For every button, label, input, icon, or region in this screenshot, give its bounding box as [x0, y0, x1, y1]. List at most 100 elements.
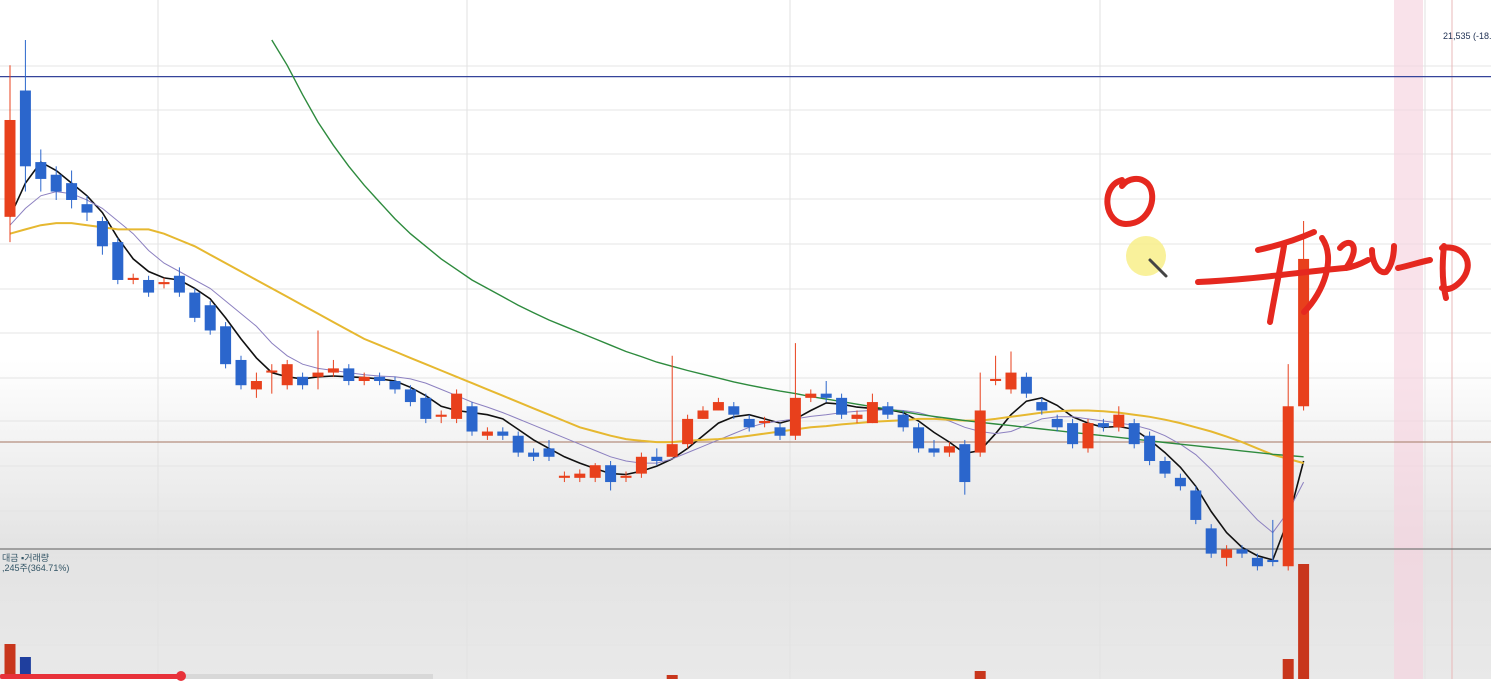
candle — [589, 463, 601, 483]
candle-body — [805, 393, 817, 398]
candle — [1128, 418, 1140, 449]
candle — [143, 275, 155, 297]
candle — [697, 406, 709, 419]
candle-body — [1205, 528, 1217, 554]
candle-body — [943, 446, 955, 453]
candle — [1282, 364, 1294, 571]
candle-body — [605, 465, 617, 483]
candle-body — [743, 418, 755, 428]
candle-body — [297, 376, 309, 386]
candle — [389, 376, 401, 394]
candle-body — [1005, 372, 1017, 390]
candle-body — [574, 473, 586, 478]
candle — [281, 359, 293, 390]
candle-body — [389, 381, 401, 390]
candle — [35, 149, 47, 192]
candle — [204, 301, 216, 335]
candle — [374, 372, 386, 386]
candle-body — [173, 275, 185, 293]
candle-body — [666, 444, 678, 457]
candle — [158, 277, 170, 289]
candle-body — [81, 204, 93, 213]
volume-bar — [1298, 564, 1310, 679]
candle-body — [66, 183, 78, 200]
candle — [127, 273, 139, 285]
candle-body — [143, 279, 155, 293]
candle — [866, 393, 878, 424]
chart-scrollbar[interactable] — [0, 671, 433, 681]
candle-body — [543, 448, 555, 457]
candle-body — [343, 368, 355, 382]
candle-body — [528, 452, 540, 457]
candle — [682, 414, 694, 449]
candle-body — [4, 119, 16, 217]
candle-body — [420, 397, 432, 419]
volume-bars — [4, 564, 1310, 679]
candle-body — [96, 221, 108, 247]
candle-body — [327, 368, 339, 373]
candle — [774, 423, 786, 440]
candle — [451, 389, 463, 424]
candle — [635, 452, 647, 478]
scrollbar-knob[interactable] — [176, 671, 186, 681]
candle — [990, 355, 1002, 386]
candle — [173, 267, 185, 297]
candle — [1174, 473, 1186, 491]
candle-body — [712, 402, 724, 411]
stock-chart[interactable]: 21,535 (-18. 대금 ▪거래량 ,245주(364.71%) — [0, 0, 1491, 681]
candle-body — [435, 414, 447, 417]
candle-body — [589, 465, 601, 478]
candle-body — [1174, 477, 1186, 487]
scrollbar-thumb[interactable] — [0, 674, 183, 679]
candle-body — [836, 397, 848, 415]
candle — [882, 402, 894, 419]
candle-body — [35, 162, 47, 179]
candle-body — [127, 277, 139, 280]
candle-body — [312, 372, 324, 377]
candle-body — [558, 475, 570, 478]
volume-bar — [974, 671, 986, 679]
candle-body — [189, 292, 201, 318]
candle-body — [682, 418, 694, 445]
candle — [897, 410, 909, 432]
candle-body — [1113, 414, 1125, 428]
candle-body — [1020, 376, 1032, 394]
moving-averages — [9, 39, 1305, 561]
candle-body — [1190, 490, 1202, 520]
candle — [297, 372, 309, 390]
candle-body — [235, 359, 247, 386]
candle-body — [1128, 423, 1140, 445]
candle — [312, 330, 324, 390]
candle-body — [451, 393, 463, 419]
chart-canvas[interactable] — [0, 0, 1491, 679]
candle-body — [1159, 461, 1171, 474]
candle-body — [1236, 549, 1248, 554]
candles — [4, 40, 1310, 571]
candle-body — [882, 406, 894, 415]
candle — [836, 393, 848, 419]
current-bar-highlight — [1394, 0, 1423, 679]
candle — [19, 40, 31, 192]
candle — [913, 423, 925, 453]
candle — [558, 471, 570, 483]
volume-bar — [1282, 659, 1294, 679]
candle — [250, 372, 262, 398]
candle-body — [759, 421, 771, 424]
candle-body — [1097, 423, 1109, 428]
candle-body — [112, 242, 124, 280]
candle — [327, 359, 339, 377]
candle — [404, 385, 416, 407]
candle-body — [974, 410, 986, 453]
candle — [1067, 418, 1079, 449]
candle-body — [204, 305, 216, 331]
candle-body — [697, 410, 709, 419]
candle-body — [19, 90, 31, 167]
candle — [1205, 524, 1217, 558]
candle — [96, 216, 108, 255]
candle-body — [928, 448, 940, 453]
candle — [1190, 486, 1202, 525]
candle — [512, 431, 524, 457]
candle — [220, 322, 232, 369]
candle — [1005, 351, 1017, 394]
candle — [1020, 372, 1032, 398]
